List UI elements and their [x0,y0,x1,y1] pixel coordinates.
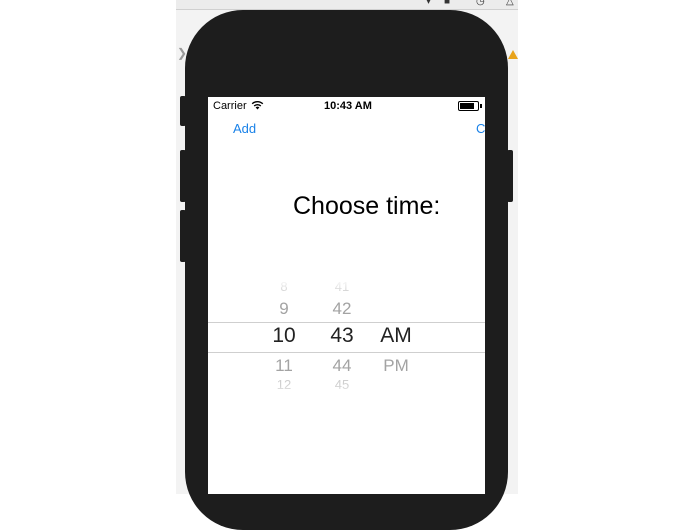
picker-row[interactable]: 9 [264,299,304,319]
simulator-screen: Carrier 10:43 AM Add C Choose time: 8 9 … [208,97,485,494]
menu-extra-icon[interactable]: ■ [444,0,450,7]
mac-menu-bar: ▾ ■ ◷ △ ✱ ◔ ◂ [176,0,518,10]
picker-row[interactable]: PM [376,356,416,376]
picker-row[interactable]: 44 [322,356,362,376]
nav-right-button[interactable]: C [476,121,485,136]
wifi-icon [251,100,264,110]
status-time: 10:43 AM [324,100,372,112]
time-machine-icon[interactable]: ◷ [476,0,485,7]
picker-fade-bottom [208,385,485,399]
add-button[interactable]: Add [233,121,256,136]
carrier-label: Carrier [213,100,247,112]
status-bar: Carrier 10:43 AM [208,97,485,115]
picker-row[interactable]: 42 [322,299,362,319]
picker-fade-top [208,279,485,293]
picker-row[interactable]: 11 [264,356,304,376]
page-title: Choose time: [293,192,441,220]
time-picker[interactable]: 8 9 10 11 12 41 42 43 44 45 AM PM [208,279,485,399]
picker-row-selected[interactable]: 43 [322,324,362,348]
menu-extra-icon[interactable]: ▾ [426,0,431,7]
picker-row-selected[interactable]: 10 [264,324,304,348]
airplay-icon[interactable]: △ [506,0,514,7]
battery-icon [458,101,482,111]
warning-icon [508,50,518,59]
picker-row-selected[interactable]: AM [376,324,416,348]
